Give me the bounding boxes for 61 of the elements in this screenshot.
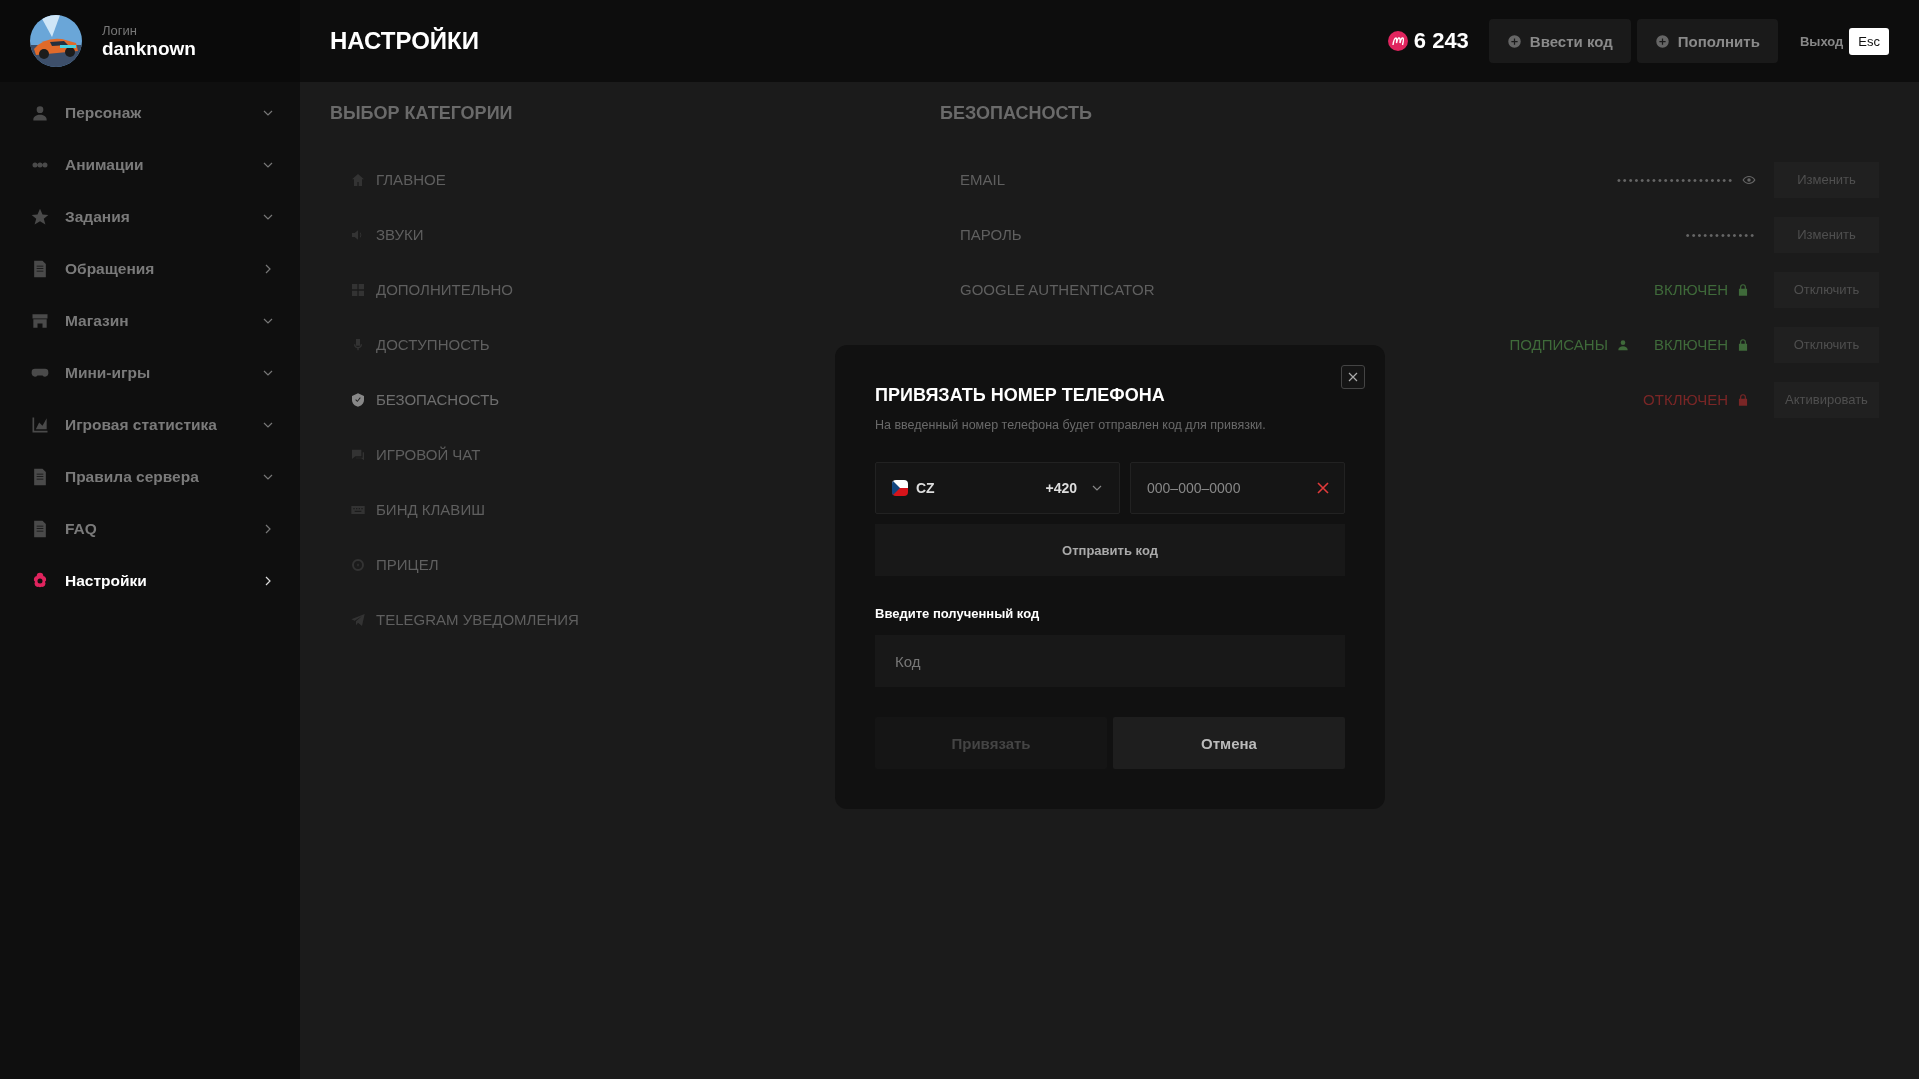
paper-plane-icon bbox=[350, 611, 366, 628]
lock-icon bbox=[1736, 392, 1750, 407]
country-select[interactable]: CZ +420 bbox=[875, 462, 1120, 514]
sidebar-item[interactable]: Правила сервера bbox=[0, 451, 300, 503]
sidebar-item[interactable]: Игровая статистика bbox=[0, 399, 300, 451]
coin-icon bbox=[1387, 31, 1408, 51]
plus-icon bbox=[1506, 33, 1522, 49]
status-text: ОТКЛЮЧЕН bbox=[1643, 391, 1728, 408]
sidebar-item[interactable]: Анимации bbox=[0, 139, 300, 191]
section-title: ВЫБОР КАТЕГОРИИ bbox=[330, 102, 514, 125]
dialog-button[interactable]: Отмена bbox=[1113, 717, 1345, 769]
code-field[interactable]: Код bbox=[875, 635, 1345, 687]
lock-icon bbox=[1736, 282, 1750, 297]
exit-link[interactable]: Выход bbox=[1799, 33, 1844, 49]
store-icon bbox=[30, 311, 50, 331]
star-icon bbox=[30, 207, 50, 227]
shield-icon bbox=[350, 391, 366, 408]
username: danknown bbox=[102, 37, 196, 60]
category-item[interactable]: ЗВУКИ bbox=[330, 207, 920, 262]
masked-value: •••••••••••••••••••• bbox=[1616, 173, 1734, 186]
key-hint: Esc bbox=[1849, 27, 1889, 55]
person-icon bbox=[1615, 337, 1630, 352]
clear-icon[interactable] bbox=[1317, 482, 1329, 494]
sidebar-item[interactable]: Обращения bbox=[0, 243, 300, 295]
sidebar-item[interactable]: Задания bbox=[0, 191, 300, 243]
phone-field[interactable]: 000–000–0000 bbox=[1130, 462, 1345, 514]
status-text: ВКЛЮЧЕН bbox=[1653, 336, 1728, 353]
sidebar-item[interactable]: Магазин bbox=[0, 295, 300, 347]
grid-icon bbox=[350, 281, 366, 298]
status-text: ПОДПИСАНЫ bbox=[1509, 336, 1608, 353]
login-label: Логин bbox=[102, 22, 138, 38]
field-label: Введите полученный код bbox=[875, 606, 1041, 621]
plus-icon bbox=[1654, 33, 1670, 49]
dialog-title: ПРИВЯЗАТЬ НОМЕР ТЕЛЕФОНА bbox=[875, 385, 1166, 406]
person-icon bbox=[30, 103, 50, 123]
close-button[interactable] bbox=[1341, 365, 1365, 389]
category-item[interactable]: ДОСТУПНОСТЬ bbox=[330, 317, 920, 372]
send-code-button[interactable]: Отправить код bbox=[875, 524, 1345, 576]
sidebar-item[interactable]: FAQ bbox=[0, 503, 300, 555]
balance: 6 243 bbox=[1413, 28, 1469, 54]
setting-label: ПАРОЛЬ bbox=[960, 226, 1022, 243]
home-icon bbox=[350, 171, 366, 188]
header-button[interactable]: Пополнить bbox=[1636, 19, 1778, 63]
status-text: ВКЛЮЧЕН bbox=[1653, 281, 1728, 298]
sidebar-item[interactable]: Настройки bbox=[0, 555, 300, 607]
section-title: БЕЗОПАСНОСТЬ bbox=[940, 102, 1093, 125]
category-item[interactable]: ДОПОЛНИТЕЛЬНО bbox=[330, 262, 920, 317]
flag-icon bbox=[892, 480, 908, 496]
setting-label: EMAIL bbox=[960, 171, 1005, 188]
lock-icon bbox=[1736, 337, 1750, 352]
sidebar-item[interactable]: Персонаж bbox=[0, 87, 300, 139]
category-item[interactable]: ГЛАВНОЕ bbox=[330, 152, 920, 207]
chart-icon bbox=[30, 415, 50, 435]
close-icon bbox=[1347, 371, 1359, 383]
header-button[interactable]: Ввести код bbox=[1488, 19, 1631, 63]
setting-label: GOOGLE AUTHENTICATOR bbox=[960, 281, 1155, 298]
crosshair-icon bbox=[350, 556, 366, 573]
dialog-description: На введенный номер телефона будет отправлен код для привязки. bbox=[875, 418, 1267, 432]
page-title: НАСТРОЙКИ bbox=[330, 27, 479, 55]
masked-value: •••••••••••• bbox=[1685, 228, 1756, 241]
sidebar-item[interactable]: Мини-игры bbox=[0, 347, 300, 399]
